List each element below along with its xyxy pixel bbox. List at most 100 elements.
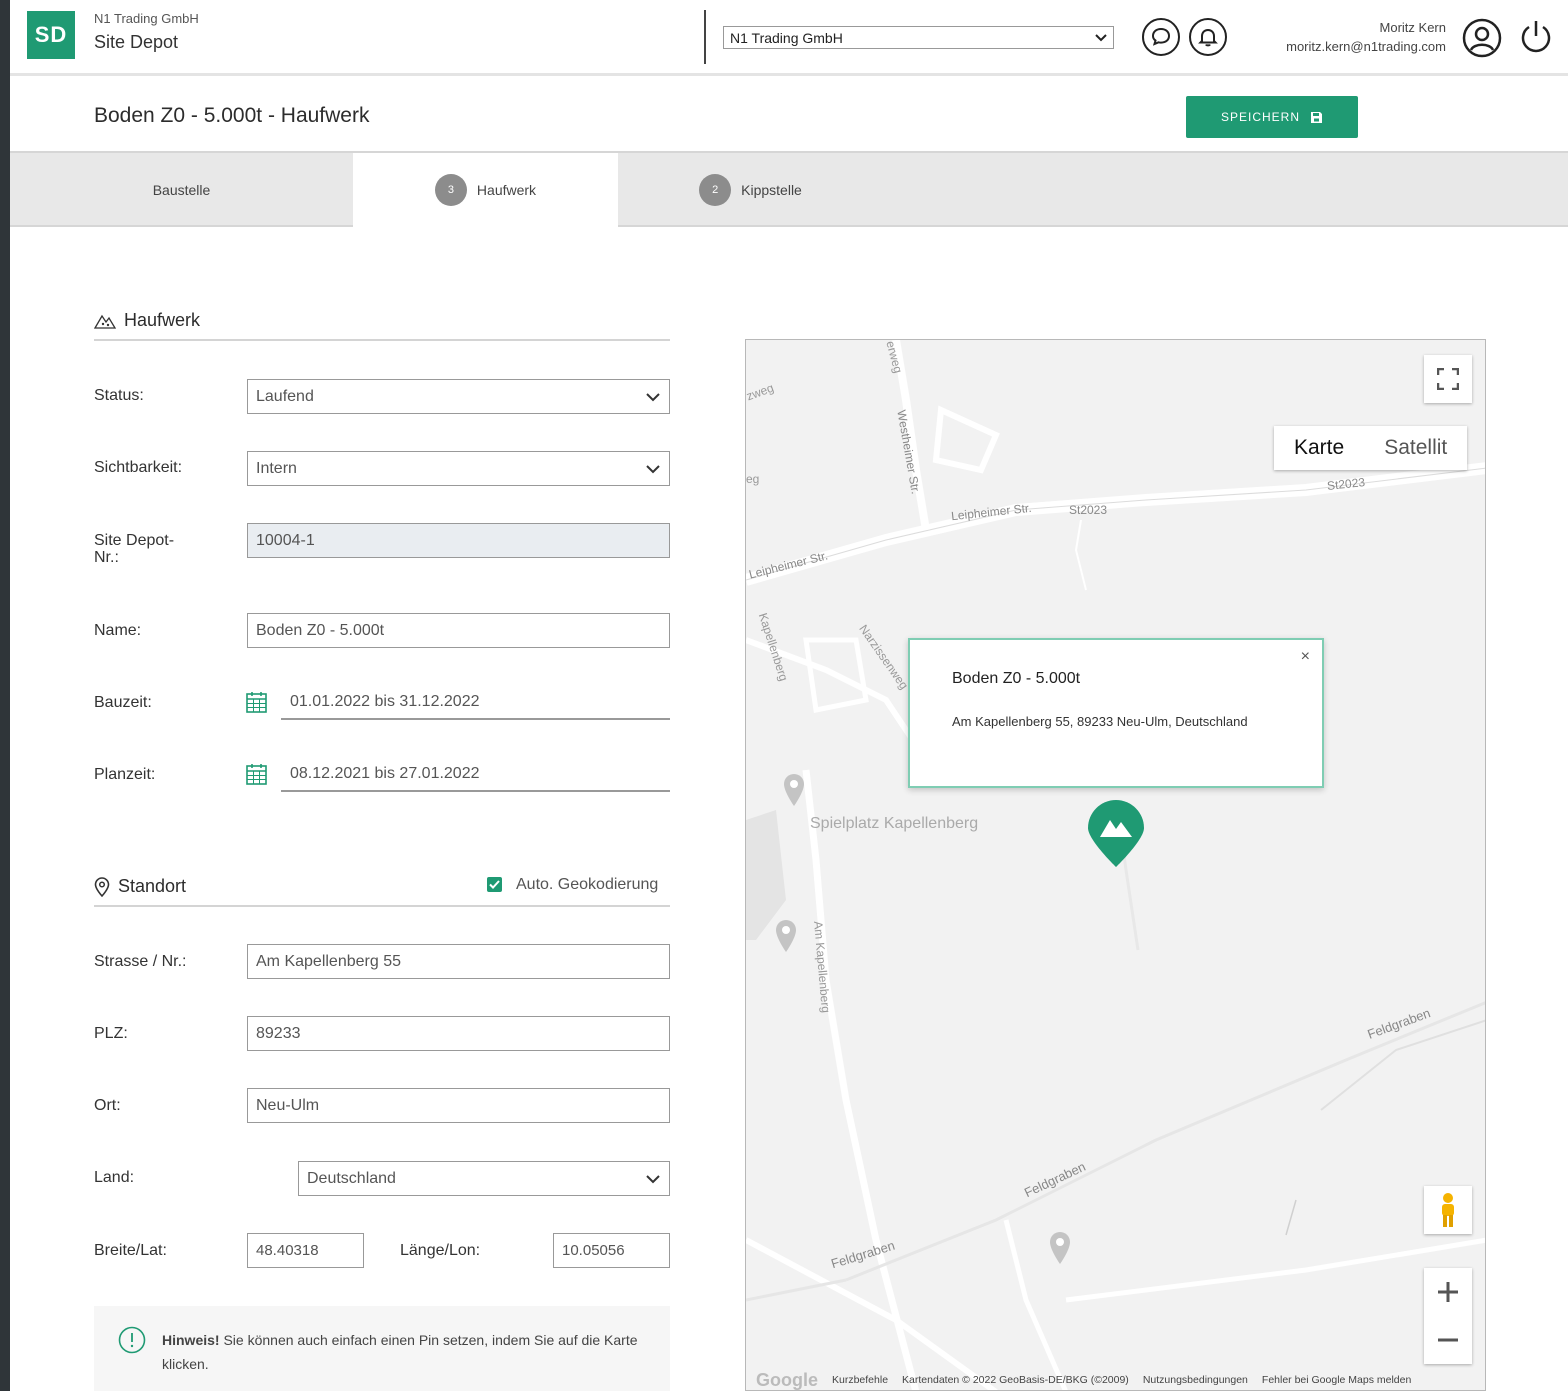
zoom-in-button[interactable] (1437, 1268, 1459, 1316)
planzeit-label: Planzeit: (94, 766, 156, 783)
save-button-label: SPEICHERN (1220, 110, 1300, 124)
step-tabs: Baustelle 3 Haufwerk 2 Kippstelle (10, 151, 1568, 227)
hint-box: Hinweis! Sie können auch einfach einen P… (94, 1306, 670, 1391)
bell-icon (1198, 28, 1218, 47)
profile-button[interactable] (1462, 18, 1502, 63)
auto-geocoding-label: Auto. Geokodierung (516, 876, 659, 893)
zoom-out-button[interactable] (1437, 1316, 1459, 1364)
chat-button[interactable] (1142, 18, 1180, 56)
lon-value: 10.05056 (562, 1242, 625, 1259)
pile-icon (94, 314, 116, 329)
depot-nr-field: 10004-1 (247, 523, 670, 558)
depot-nr-label: Site Depot- Nr.: (94, 532, 174, 566)
street-view-button[interactable] (1424, 1186, 1472, 1234)
name-value: Boden Z0 - 5.000t (256, 621, 385, 639)
name-field[interactable]: Boden Z0 - 5.000t (247, 613, 670, 648)
lat-label: Breite/Lat: (94, 1242, 167, 1259)
depot-nr-label-line2: Nr.: (94, 549, 119, 566)
map-fullscreen-button[interactable] (1424, 355, 1472, 403)
land-select[interactable]: Deutschland (298, 1161, 670, 1196)
planzeit-value: 08.12.2021 bis 27.01.2022 (290, 765, 480, 782)
power-icon (1521, 21, 1551, 53)
logout-button[interactable] (1517, 18, 1555, 61)
zoom-control (1424, 1268, 1472, 1364)
tab-label: Kippstelle (741, 182, 802, 198)
chevron-down-icon (646, 1174, 660, 1183)
location-pin-icon (94, 876, 110, 897)
tab-haufwerk[interactable]: 3 Haufwerk (353, 153, 618, 227)
lon-label: Länge/Lon: (400, 1242, 481, 1259)
plz-field[interactable]: 89233 (247, 1016, 670, 1051)
company-select-value: N1 Trading GmbH (730, 29, 843, 46)
planzeit-field[interactable]: 08.12.2021 bis 27.01.2022 (281, 758, 670, 792)
map-canvas (746, 340, 1485, 1390)
map-view[interactable]: zweg eg erweg Leipheimer Str. St2023 St2… (745, 339, 1486, 1391)
tab-count-badge: 3 (434, 174, 467, 206)
chevron-down-icon (646, 392, 660, 401)
lat-field[interactable]: 48.40318 (247, 1233, 364, 1268)
plz-value: 89233 (256, 1024, 301, 1042)
page-title: Boden Z0 - 5.000t - Haufwerk (94, 104, 370, 127)
status-select[interactable]: Laufend (247, 379, 670, 414)
ort-field[interactable]: Neu-Ulm (247, 1088, 670, 1123)
street-label: Strasse / Nr.: (94, 953, 187, 970)
map-shortcuts-link[interactable]: Kurzbefehle (832, 1374, 888, 1386)
plz-label: PLZ: (94, 1025, 128, 1042)
tab-kippstelle[interactable]: 2 Kippstelle (618, 153, 883, 227)
status-value: Laufend (256, 387, 314, 405)
lon-field[interactable]: 10.05056 (553, 1233, 670, 1268)
ort-label: Ort: (94, 1097, 121, 1114)
app-logo[interactable]: SD (27, 11, 75, 59)
app-name: Site Depot (94, 32, 179, 52)
user-name: Moritz Kern (1379, 20, 1446, 35)
app-header: SD N1 Trading GmbH Site Depot N1 Trading… (10, 0, 1568, 76)
user-email: moritz.kern@n1trading.com (1286, 39, 1446, 54)
popup-title: Boden Z0 - 5.000t (952, 670, 1081, 687)
auto-geocoding-checkbox[interactable] (487, 877, 502, 892)
street-value: Am Kapellenberg 55 (256, 952, 401, 970)
tab-baustelle[interactable]: Baustelle (10, 153, 353, 227)
popup-close-icon[interactable]: × (1301, 648, 1310, 666)
chevron-down-icon (1095, 33, 1107, 41)
info-icon (118, 1326, 146, 1354)
map-type-karte[interactable]: Karte (1274, 426, 1364, 470)
map-report-link[interactable]: Fehler bei Google Maps melden (1262, 1374, 1411, 1386)
notifications-button[interactable] (1189, 18, 1227, 56)
visibility-select[interactable]: Intern (247, 451, 670, 486)
map-label: eg (746, 472, 760, 486)
map-label-poi: Spielplatz Kapellenberg (810, 815, 979, 832)
map-data-attribution: Kartendaten © 2022 GeoBasis-DE/BKG (©200… (902, 1374, 1129, 1386)
floppy-disk-icon (1311, 111, 1322, 123)
google-logo[interactable]: Google (756, 1370, 818, 1391)
hint-message: Sie können auch einfach einen Pin setzen… (162, 1332, 638, 1372)
tab-count-badge: 2 (699, 174, 732, 206)
chevron-down-icon (646, 464, 660, 473)
visibility-label: Sichtbarkeit: (94, 459, 183, 476)
save-button[interactable]: SPEICHERN (1186, 96, 1358, 138)
status-label: Status: (94, 387, 144, 404)
bauzeit-label: Bauzeit: (94, 694, 152, 711)
depot-nr-label-line1: Site Depot- (94, 532, 175, 549)
depot-nr-value: 10004-1 (256, 531, 315, 549)
fullscreen-icon (1437, 368, 1459, 390)
company-select[interactable]: N1 Trading GmbH (723, 26, 1114, 49)
lat-value: 48.40318 (256, 1242, 319, 1259)
haufwerk-section-heading: Haufwerk (94, 310, 670, 341)
map-type-satellit[interactable]: Satellit (1364, 426, 1467, 470)
pegman-icon (1442, 1193, 1454, 1227)
map-terms-link[interactable]: Nutzungsbedingungen (1143, 1374, 1248, 1386)
map-type-control: Karte Satellit (1274, 426, 1468, 470)
map-label: St2023 (1069, 503, 1108, 517)
header-divider (704, 10, 706, 64)
calendar-icon[interactable] (246, 763, 267, 785)
bauzeit-field[interactable]: 01.01.2022 bis 31.12.2022 (281, 686, 670, 720)
land-value: Deutschland (307, 1169, 396, 1187)
title-bar: Boden Z0 - 5.000t - Haufwerk SPEICHERN (10, 76, 1568, 151)
left-edge-strip (0, 0, 10, 1391)
land-label: Land: (94, 1169, 135, 1186)
street-field[interactable]: Am Kapellenberg 55 (247, 944, 670, 979)
tab-label: Baustelle (152, 182, 211, 198)
user-account-icon (1462, 18, 1502, 58)
checkmark-icon (489, 880, 500, 889)
calendar-icon[interactable] (246, 691, 267, 713)
